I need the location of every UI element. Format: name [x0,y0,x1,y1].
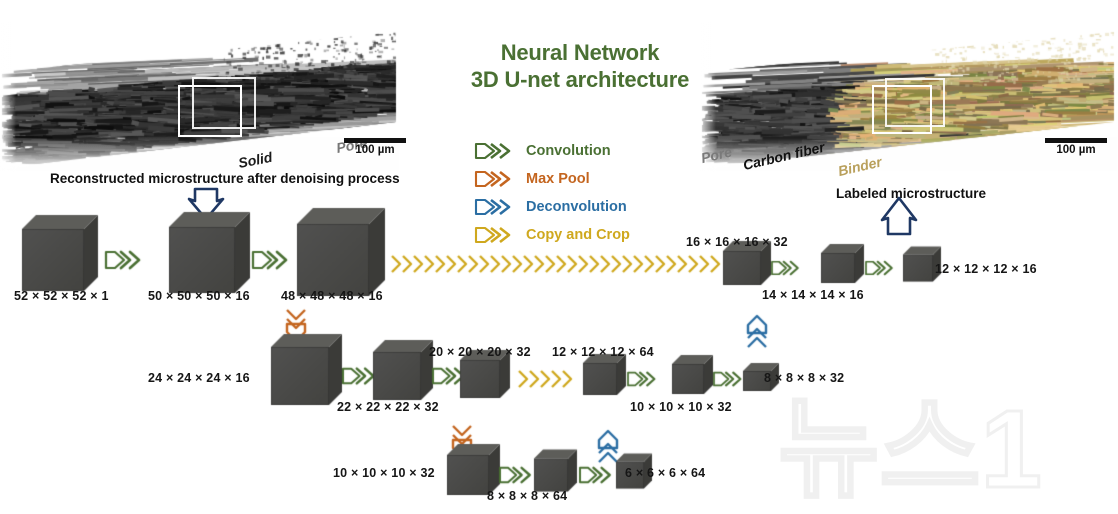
dim-row1-5: 12 × 12 × 12 × 16 [935,262,1037,276]
legend-label-max-pool: Max Pool [526,171,590,187]
dim-row2-1: 22 × 22 × 22 × 32 [337,400,439,414]
legend-label-convolution: Convolution [526,143,611,159]
dim-row1-1: 50 × 50 × 50 × 16 [148,289,250,303]
right-scalebar: 100 µm [1040,138,1112,156]
dim-row1-4: 14 × 14 × 14 × 16 [762,288,864,302]
title-line-2: 3D U-net architecture [470,66,690,92]
left-scalebar: 100 µm [339,138,411,156]
dim-row3-0: 10 × 10 × 10 × 32 [333,466,435,480]
dim-row2-4: 10 × 10 × 10 × 32 [630,400,732,414]
left-panel-caption: Reconstructed microstructure after denoi… [50,171,400,186]
left-roi-box-back [192,77,256,129]
dim-row2-0: 24 × 24 × 24 × 16 [148,371,250,385]
legend-item-max-pool: Max Pool [474,166,714,192]
left-scalebar-label: 100 µm [355,144,395,156]
dim-row2-5: 8 × 8 × 8 × 32 [764,371,845,385]
dim-row2-3: 12 × 12 × 12 × 64 [552,345,654,359]
max-pool-arrow-icon [474,170,511,188]
figure-root: Solid Pore 100 µm Reconstructed microstr… [0,0,1118,514]
legend-item-convolution: Convolution [474,138,714,164]
right-roi-box-back [885,78,945,127]
title-line-1: Neural Network [500,40,660,65]
dim-row3-2: 6 × 6 × 6 × 64 [625,466,706,480]
dim-row1-3: 16 × 16 × 16 × 32 [686,235,788,249]
dim-row2-2: 20 × 20 × 20 × 32 [429,345,531,359]
dim-row1-2: 48 × 48 × 48 × 16 [281,289,383,303]
page-title: Neural Network 3D U-net architecture [455,40,705,94]
convolution-arrow-icon [474,142,511,160]
dim-row1-0: 52 × 52 × 52 × 1 [14,289,109,303]
right-scalebar-label: 100 µm [1056,144,1096,156]
dim-row3-1: 8 × 8 × 8 × 64 [487,489,568,503]
